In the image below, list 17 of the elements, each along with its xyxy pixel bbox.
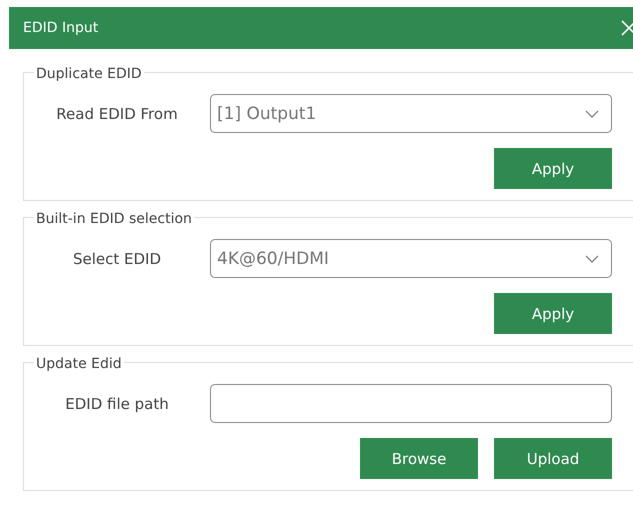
dropdown-field[interactable]: 4K@60/HDMI xyxy=(210,239,612,278)
group-title: Built-in EDID selection xyxy=(35,211,193,227)
action-button[interactable]: Apply xyxy=(494,293,612,334)
chevron-down-icon xyxy=(585,110,599,118)
field-label: EDID file path xyxy=(65,395,169,413)
group-title: Duplicate EDID xyxy=(35,66,143,82)
action-button[interactable]: Apply xyxy=(494,148,612,189)
field-label: Read EDID From xyxy=(56,105,178,123)
file-path-field[interactable] xyxy=(210,384,612,423)
group-title: Update Edid xyxy=(35,356,123,372)
field-label: Select EDID xyxy=(72,250,162,268)
action-button[interactable]: Upload xyxy=(494,438,612,479)
close-icon[interactable] xyxy=(621,20,633,36)
chevron-down-icon xyxy=(585,254,599,262)
dropdown-field[interactable]: [1] Output1 xyxy=(210,94,612,133)
action-button[interactable]: Browse xyxy=(360,438,478,479)
window-title: EDID Input xyxy=(23,20,98,36)
